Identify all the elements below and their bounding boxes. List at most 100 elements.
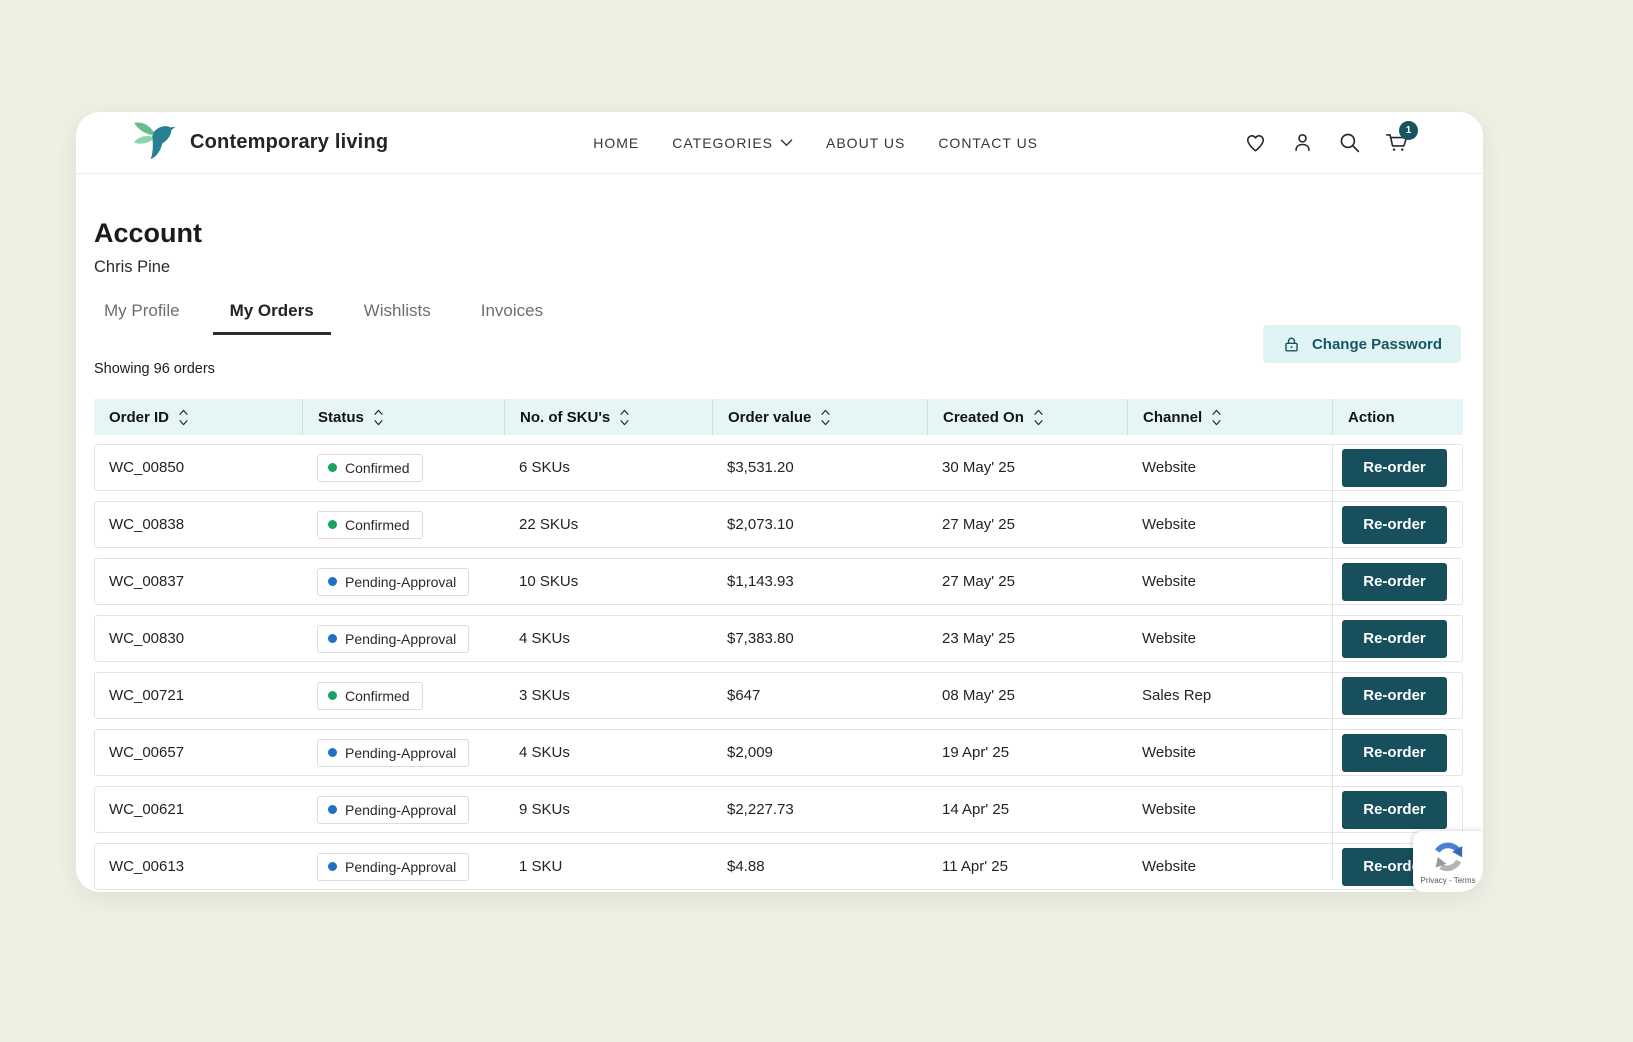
column-header[interactable]: Order ID <box>94 399 302 435</box>
nav-item-label: CONTACT US <box>938 135 1038 151</box>
order-row: WC_00837 Pending-Approval 10 SKUs $1,143… <box>94 558 1463 605</box>
channel-cell: Sales Rep <box>1128 687 1333 704</box>
order-row: WC_00613 Pending-Approval 1 SKU $4.88 11… <box>94 843 1463 890</box>
sort-icon[interactable] <box>1033 409 1044 426</box>
action-cell: Re-order <box>1333 677 1462 715</box>
column-header-label: Order value <box>728 409 811 426</box>
account-user-name: Chris Pine <box>94 257 1463 277</box>
status-badge: Pending-Approval <box>317 796 469 824</box>
orders-table-body: WC_00850 Confirmed 6 SKUs $3,531.20 30 M… <box>94 444 1463 890</box>
sku-cell: 4 SKUs <box>505 630 713 647</box>
reorder-button[interactable]: Re-order <box>1342 734 1447 772</box>
status-dot-icon <box>328 463 337 472</box>
reorder-button[interactable]: Re-order <box>1342 449 1447 487</box>
nav-item[interactable]: ABOUT US <box>826 135 905 151</box>
status-cell: Pending-Approval <box>303 796 505 824</box>
action-cell: Re-order <box>1333 506 1462 544</box>
order-id-cell: WC_00837 <box>95 573 303 590</box>
sort-icon[interactable] <box>820 409 831 426</box>
status-label: Pending-Approval <box>345 802 456 818</box>
reorder-button[interactable]: Re-order <box>1342 620 1447 658</box>
status-badge: Pending-Approval <box>317 625 469 653</box>
column-header[interactable]: No. of SKU's <box>504 399 712 435</box>
order-id-cell: WC_00838 <box>95 516 303 533</box>
cart-icon[interactable]: 1 <box>1384 130 1410 156</box>
status-dot-icon <box>328 520 337 529</box>
status-dot-icon <box>328 748 337 757</box>
tab[interactable]: My Profile <box>104 301 180 335</box>
column-header[interactable]: Action <box>1332 399 1463 435</box>
account-section: Account Chris Pine Change Password My Pr… <box>76 218 1483 890</box>
sku-cell: 4 SKUs <box>505 744 713 761</box>
channel-cell: Website <box>1128 573 1333 590</box>
header-icons: 1 <box>1243 130 1410 156</box>
sort-icon[interactable] <box>619 409 630 426</box>
order-id-cell: WC_00621 <box>95 801 303 818</box>
status-badge: Confirmed <box>317 511 423 539</box>
page-title: Account <box>94 218 1463 248</box>
recaptcha-privacy-terms[interactable]: Privacy - Terms <box>1421 876 1476 885</box>
sku-cell: 6 SKUs <box>505 459 713 476</box>
lock-icon <box>1282 335 1301 354</box>
tab[interactable]: Wishlists <box>364 301 431 335</box>
change-password-label: Change Password <box>1312 336 1442 353</box>
channel-cell: Website <box>1128 630 1333 647</box>
status-dot-icon <box>328 634 337 643</box>
account-tabs: My Profile My Orders Wishlists Invoices <box>94 301 1463 335</box>
status-label: Confirmed <box>345 517 410 533</box>
status-badge: Confirmed <box>317 682 423 710</box>
nav-item[interactable]: HOME <box>593 135 639 151</box>
reorder-button[interactable]: Re-order <box>1342 506 1447 544</box>
status-label: Pending-Approval <box>345 745 456 761</box>
status-cell: Pending-Approval <box>303 568 505 596</box>
column-header-label: Status <box>318 409 364 426</box>
sku-cell: 1 SKU <box>505 858 713 875</box>
status-label: Confirmed <box>345 688 410 704</box>
reorder-button[interactable]: Re-order <box>1342 563 1447 601</box>
action-cell: Re-order <box>1333 563 1462 601</box>
channel-cell: Website <box>1128 858 1333 875</box>
created-on-cell: 23 May' 25 <box>928 630 1128 647</box>
nav-item[interactable]: CATEGORIES <box>672 135 793 151</box>
order-row: WC_00657 Pending-Approval 4 SKUs $2,009 … <box>94 729 1463 776</box>
sort-icon[interactable] <box>1211 409 1222 426</box>
brand-logo-group[interactable]: Contemporary living <box>132 120 388 165</box>
reorder-button[interactable]: Re-order <box>1342 791 1447 829</box>
created-on-cell: 11 Apr' 25 <box>928 858 1128 875</box>
status-cell: Pending-Approval <box>303 853 505 881</box>
sort-icon[interactable] <box>373 409 384 426</box>
tab[interactable]: Invoices <box>481 301 543 335</box>
column-header[interactable]: Status <box>302 399 504 435</box>
action-cell: Re-order <box>1333 449 1462 487</box>
status-badge: Pending-Approval <box>317 853 469 881</box>
search-icon[interactable] <box>1337 130 1363 156</box>
channel-cell: Website <box>1128 516 1333 533</box>
order-value-cell: $2,227.73 <box>713 801 928 818</box>
status-badge: Pending-Approval <box>317 568 469 596</box>
order-row: WC_00850 Confirmed 6 SKUs $3,531.20 30 M… <box>94 444 1463 491</box>
column-header[interactable]: Order value <box>712 399 927 435</box>
order-row: WC_00838 Confirmed 22 SKUs $2,073.10 27 … <box>94 501 1463 548</box>
account-user-icon[interactable] <box>1290 130 1316 156</box>
column-header[interactable]: Created On <box>927 399 1127 435</box>
tab[interactable]: My Orders <box>213 301 331 335</box>
order-value-cell: $3,531.20 <box>713 459 928 476</box>
change-password-button[interactable]: Change Password <box>1263 325 1461 363</box>
status-badge: Confirmed <box>317 454 423 482</box>
channel-cell: Website <box>1128 744 1333 761</box>
status-cell: Pending-Approval <box>303 739 505 767</box>
sort-icon[interactable] <box>178 409 189 426</box>
reorder-button[interactable]: Re-order <box>1342 677 1447 715</box>
order-id-cell: WC_00657 <box>95 744 303 761</box>
sku-cell: 9 SKUs <box>505 801 713 818</box>
wishlist-heart-icon[interactable] <box>1243 130 1269 156</box>
main-content-card: Contemporary living HOME CATEGORIES ABOU… <box>76 112 1483 892</box>
order-value-cell: $4.88 <box>713 858 928 875</box>
recaptcha-badge[interactable]: Privacy - Terms <box>1413 831 1483 892</box>
column-header[interactable]: Channel <box>1127 399 1332 435</box>
nav-item-label: ABOUT US <box>826 135 905 151</box>
action-cell: Re-order <box>1333 791 1462 829</box>
order-value-cell: $1,143.93 <box>713 573 928 590</box>
sku-cell: 22 SKUs <box>505 516 713 533</box>
nav-item[interactable]: CONTACT US <box>938 135 1038 151</box>
